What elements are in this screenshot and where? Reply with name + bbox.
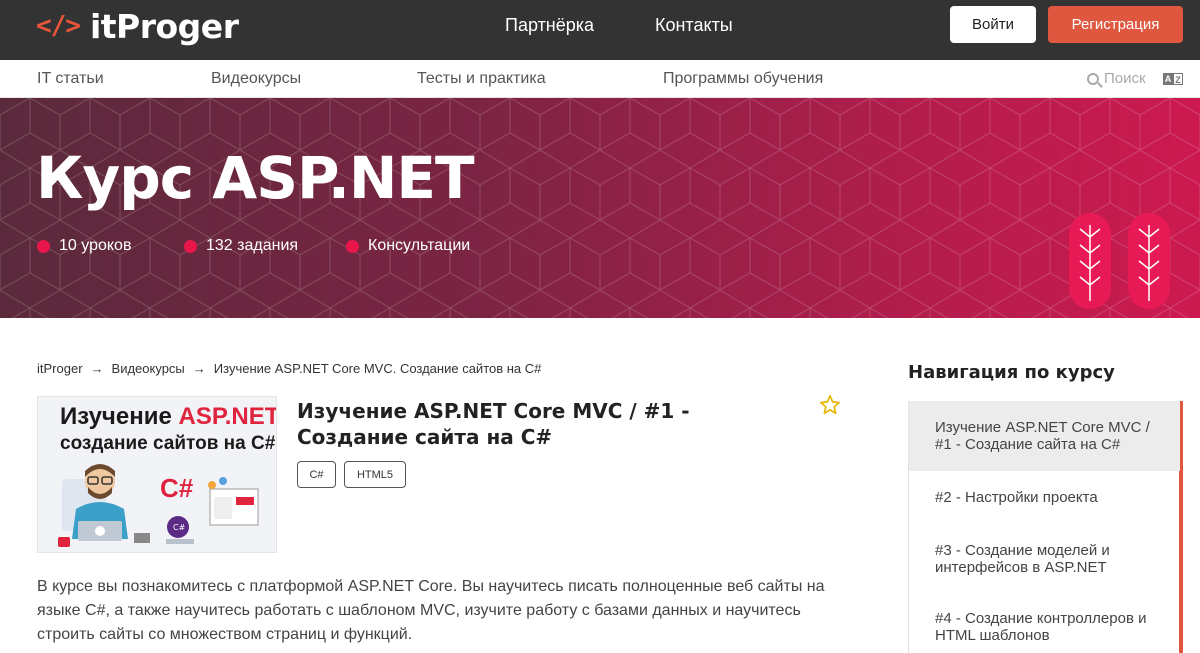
developer-illustration-icon: C#	[58, 464, 259, 547]
search-button[interactable]: Поиск	[1087, 70, 1146, 87]
hero-meta-text: 10 уроков	[59, 237, 132, 254]
subnav-item-video-courses[interactable]: Видеокурсы	[211, 70, 301, 88]
secondary-nav: IT статьи Видеокурсы Тесты и практика Пр…	[0, 60, 1200, 98]
csharp-badge: C#	[160, 473, 194, 503]
search-icon	[1087, 72, 1099, 85]
bullet-dot-icon	[346, 239, 359, 253]
site-logo[interactable]: </> itProger	[36, 6, 239, 46]
thumbnail-subtitle: создание сайтов на C#	[60, 433, 276, 454]
subnav-item-programs[interactable]: Программы обучения	[663, 70, 823, 88]
course-hero-banner: Курс ASP.NET 10 уроков 132 задания Консу…	[0, 98, 1200, 318]
bullet-dot-icon	[37, 239, 50, 253]
hero-meta-text: 132 задания	[206, 237, 299, 254]
logo-text: itProger	[89, 6, 239, 46]
login-button[interactable]: Войти	[950, 6, 1036, 43]
bullet-dot-icon	[184, 239, 197, 253]
course-title: Изучение ASP.NET Core MVC / #1 - Создани…	[297, 399, 690, 449]
leaf-decoration-icon	[1128, 213, 1170, 309]
favorite-star-icon[interactable]	[819, 394, 841, 416]
language-switch-icon[interactable]: AZ	[1163, 73, 1183, 87]
nav-link-partner[interactable]: Партнёрка	[505, 15, 594, 36]
hero-meta-lessons: 10 уроков	[37, 237, 131, 255]
course-nav-list: Изучение ASP.NET Core MVC / #1 - Создани…	[908, 401, 1183, 653]
course-description: В курсе вы познакомитесь с платформой AS…	[37, 578, 825, 643]
course-nav-item-4[interactable]: #4 - Создание контроллеров и HTML шаблон…	[909, 601, 1180, 653]
svg-text:C#: C#	[173, 523, 186, 532]
code-brackets-icon: </>	[36, 11, 81, 41]
nav-link-contacts[interactable]: Контакты	[655, 15, 733, 36]
subnav-item-tests[interactable]: Тесты и практика	[417, 70, 546, 88]
course-nav-item-2[interactable]: #2 - Настройки проекта	[909, 471, 1180, 523]
hero-meta-tasks: 132 задания	[184, 237, 298, 255]
course-thumbnail: Изучение ASP.NET создание сайтов на C# C…	[37, 396, 277, 553]
hero-meta-consultations: Консультации	[346, 237, 470, 255]
course-nav-item-1[interactable]: Изучение ASP.NET Core MVC / #1 - Создани…	[909, 401, 1180, 471]
top-header: </> itProger Партнёрка Контакты Войти Ре…	[0, 0, 1200, 60]
course-nav-item-3[interactable]: #3 - Создание моделей и интерфейсов в AS…	[909, 533, 1180, 585]
breadcrumb: itProger → Видеокурсы → Изучение ASP.NET…	[37, 361, 541, 376]
tag-csharp[interactable]: C#	[297, 461, 336, 488]
leaf-decoration-icon	[1069, 213, 1111, 309]
arrow-right-icon: →	[90, 361, 104, 376]
hero-title: Курс ASP.NET	[36, 144, 475, 212]
hero-meta-text: Консультации	[368, 237, 471, 254]
arrow-right-icon: →	[192, 361, 206, 376]
subnav-item-it-articles[interactable]: IT статьи	[37, 70, 104, 88]
register-button[interactable]: Регистрация	[1048, 6, 1183, 43]
breadcrumb-video-courses[interactable]: Видеокурсы	[112, 361, 185, 376]
breadcrumb-current: Изучение ASP.NET Core MVC. Создание сайт…	[213, 361, 542, 376]
search-label: Поиск	[1104, 70, 1146, 87]
thumbnail-title: Изучение ASP.NET	[60, 403, 277, 430]
breadcrumb-home[interactable]: itProger	[37, 361, 83, 376]
tag-html5[interactable]: HTML5	[344, 461, 406, 488]
course-nav-heading: Навигация по курсу	[908, 362, 1115, 383]
